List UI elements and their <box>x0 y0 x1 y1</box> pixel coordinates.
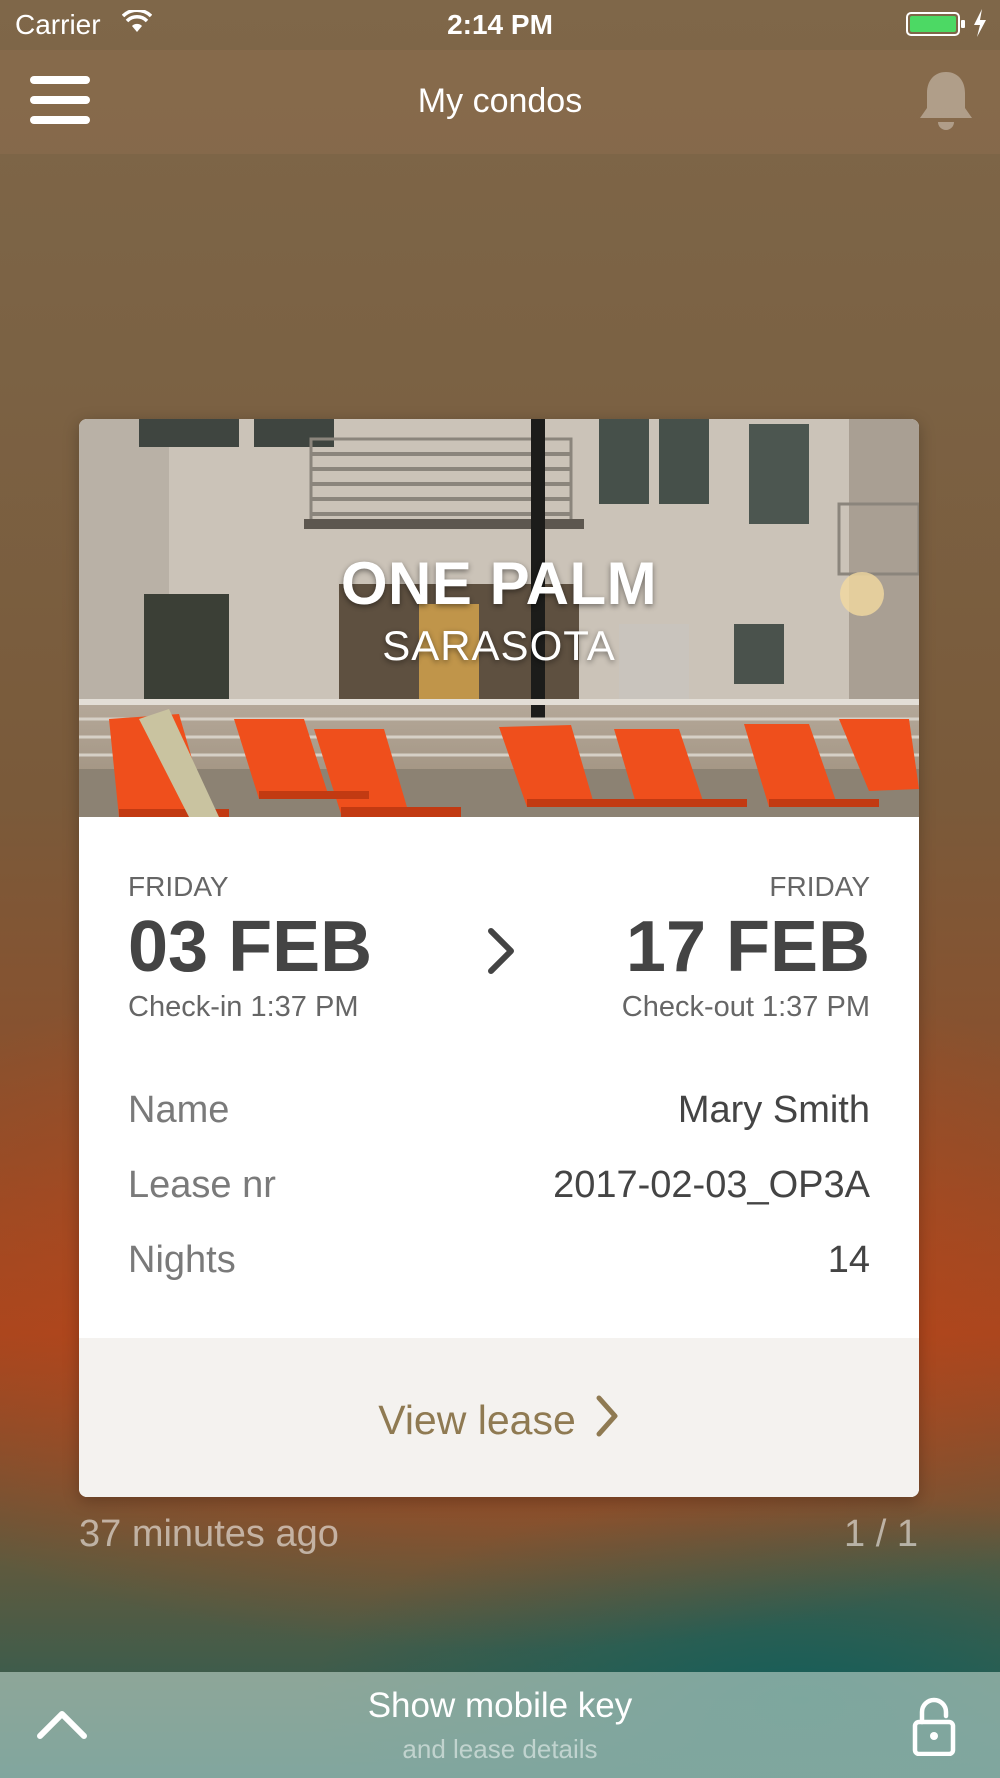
mobile-key-subtitle: and lease details <box>402 1734 598 1764</box>
charging-bolt-icon <box>974 9 986 37</box>
detail-row-name: Name Mary Smith <box>128 1089 870 1164</box>
mobile-key-title[interactable]: Show mobile key <box>0 1686 1000 1726</box>
lease-card[interactable]: ONE PALM SARASOTA FRIDAY 03 FEB Check-in… <box>79 419 919 1497</box>
bell-icon[interactable] <box>915 68 977 134</box>
battery-icon <box>906 12 965 36</box>
lock-icon[interactable] <box>912 1696 956 1756</box>
view-lease-content[interactable]: View lease <box>79 1394 919 1444</box>
page-title: My condos <box>417 82 583 120</box>
status-bar: Carrier 2:14 PM <box>0 0 1000 50</box>
chevron-right-icon <box>596 1395 618 1437</box>
checkout-day: FRIDAY <box>769 871 870 902</box>
checkout-block: FRIDAY 17 FEB Check-out 1:37 PM <box>622 871 870 1024</box>
detail-label: Nights <box>128 1239 236 1281</box>
view-lease-button[interactable]: View lease <box>79 1338 919 1497</box>
nav-bar: My condos <box>0 50 1000 154</box>
detail-label: Lease nr <box>128 1164 276 1206</box>
last-updated: 37 minutes ago <box>79 1513 339 1555</box>
checkin-date: 03 FEB <box>128 907 373 987</box>
lease-details: Name Mary Smith Lease nr 2017-02-03_OP3A… <box>128 1089 870 1314</box>
detail-label: Name <box>128 1089 230 1131</box>
chevron-right-icon <box>488 928 514 974</box>
detail-value: Mary Smith <box>677 1089 870 1131</box>
stay-dates: FRIDAY 03 FEB Check-in 1:37 PM FRIDAY 17… <box>79 817 919 1047</box>
mobile-key-bar[interactable]: Show mobile key and lease details <box>0 1672 1000 1778</box>
property-city: SARASOTA <box>382 622 616 669</box>
checkin-day: FRIDAY <box>128 871 229 902</box>
property-photo: ONE PALM SARASOTA <box>79 419 919 817</box>
view-lease-label: View lease <box>378 1397 576 1443</box>
detail-row-lease-nr: Lease nr 2017-02-03_OP3A <box>128 1164 870 1239</box>
detail-value: 2017-02-03_OP3A <box>553 1164 870 1206</box>
detail-value: 14 <box>827 1239 870 1281</box>
detail-row-nights: Nights 14 <box>128 1239 870 1314</box>
page-indicator: 1 / 1 <box>844 1513 918 1555</box>
checkin-time: Check-in 1:37 PM <box>128 991 359 1023</box>
property-name: ONE PALM <box>340 550 658 617</box>
checkin-block: FRIDAY 03 FEB Check-in 1:37 PM <box>128 871 372 1024</box>
checkout-time: Check-out 1:37 PM <box>621 991 870 1023</box>
clock: 2:14 PM <box>447 9 553 40</box>
checkout-date: 17 FEB <box>625 907 870 987</box>
